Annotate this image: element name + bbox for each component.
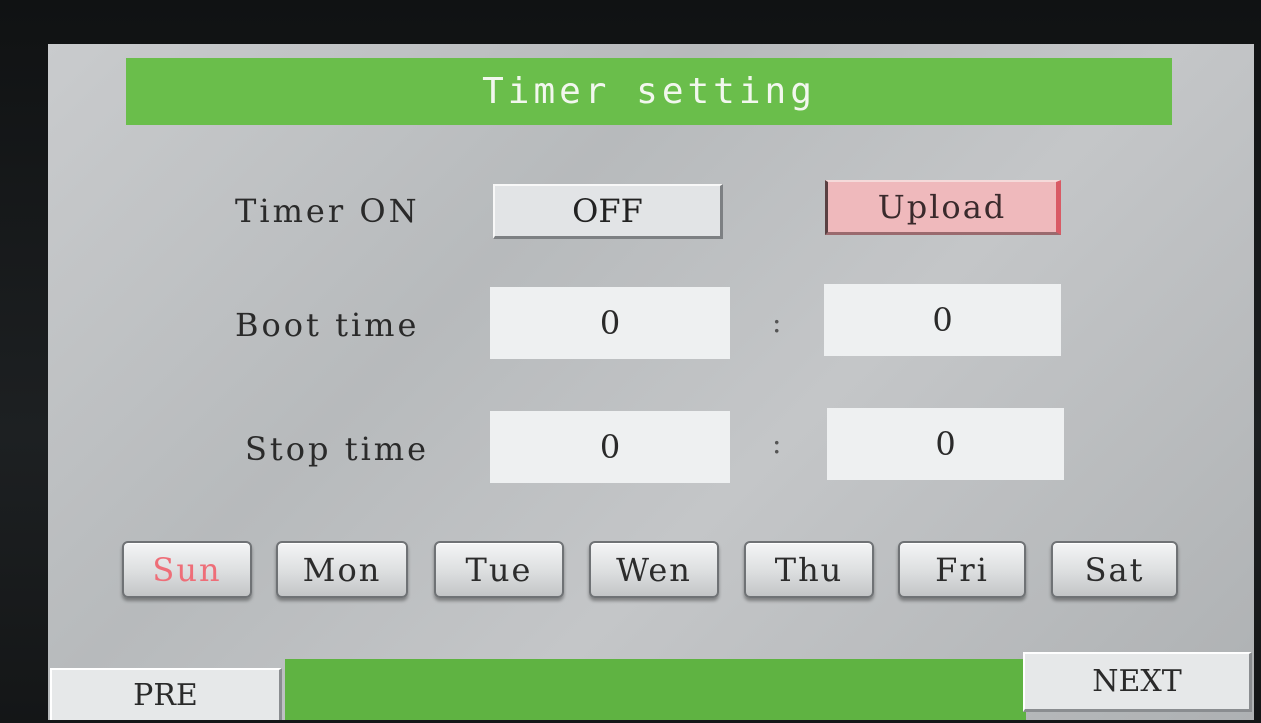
boot-minute-field[interactable]: 0 <box>824 284 1061 356</box>
timer-toggle-button[interactable]: OFF <box>493 184 723 239</box>
boot-time-label: Boot time <box>235 306 420 344</box>
stop-minute-field[interactable]: 0 <box>827 408 1064 480</box>
day-button-tue[interactable]: Tue <box>434 541 564 598</box>
day-button-mon[interactable]: Mon <box>276 541 408 598</box>
day-button-fri[interactable]: Fri <box>898 541 1026 598</box>
timer-on-label: Timer ON <box>235 192 420 230</box>
bottom-status-bar <box>285 659 1026 720</box>
day-button-sat[interactable]: Sat <box>1051 541 1178 598</box>
boot-time-separator: : <box>772 306 782 339</box>
day-button-sun[interactable]: Sun <box>122 541 252 598</box>
stop-time-separator: : <box>772 427 782 460</box>
next-page-button[interactable]: NEXT <box>1023 652 1252 712</box>
day-button-thu[interactable]: Thu <box>744 541 874 598</box>
previous-page-button[interactable]: PRE <box>50 668 282 720</box>
day-button-wen[interactable]: Wen <box>589 541 719 598</box>
hmi-screen: Timer setting Timer ON OFF Upload Boot t… <box>48 44 1254 720</box>
stop-hour-field[interactable]: 0 <box>490 411 730 483</box>
page-title: Timer setting <box>126 58 1172 125</box>
boot-hour-field[interactable]: 0 <box>490 287 730 359</box>
stop-time-label: Stop time <box>245 430 430 468</box>
upload-button[interactable]: Upload <box>825 180 1061 235</box>
